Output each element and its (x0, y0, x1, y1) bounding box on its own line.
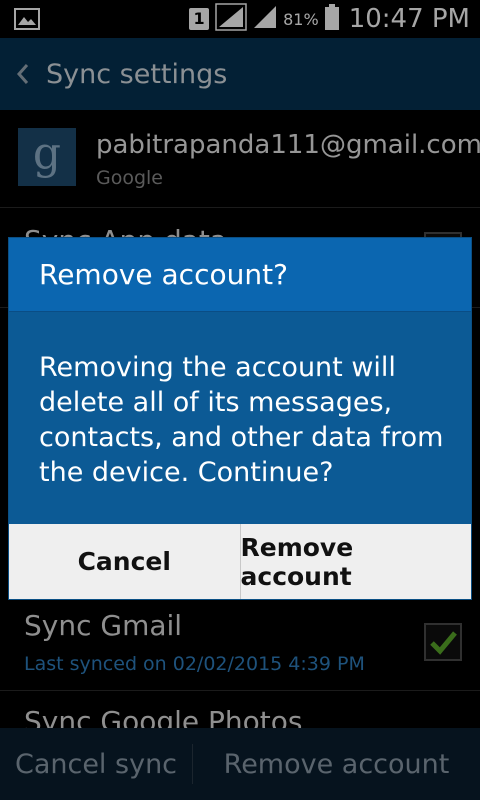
dialog-cancel-button[interactable]: Cancel (9, 524, 240, 599)
dialog-message: Removing the account will delete all of … (39, 352, 444, 488)
dialog-remove-account-button[interactable]: Remove account (241, 524, 472, 599)
remove-account-dialog: Remove account? Removing the account wil… (9, 238, 471, 599)
dialog-button-bar: Cancel Remove account (9, 524, 471, 599)
dialog-title: Remove account? (39, 258, 288, 291)
dialog-header: Remove account? (9, 238, 471, 312)
